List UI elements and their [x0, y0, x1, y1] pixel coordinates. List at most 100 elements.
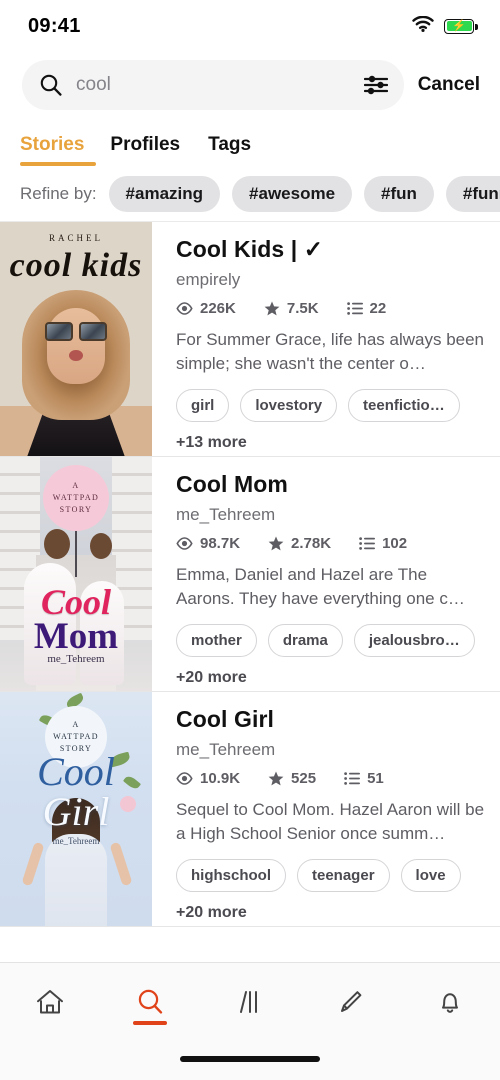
- stat-parts: 102: [359, 535, 407, 552]
- cover-author-text: me_Tehreem: [47, 653, 105, 665]
- nav-item-notifications[interactable]: [400, 963, 500, 1039]
- stat-votes-value: 525: [291, 770, 317, 787]
- refine-by-label: Refine by:: [20, 183, 97, 203]
- nav-item-library[interactable]: [200, 963, 300, 1039]
- story-cover-thumbnail[interactable]: RACHEL cool kids: [0, 222, 152, 456]
- badge-line-2: WATTPAD: [53, 732, 99, 741]
- stat-votes: 525: [268, 770, 316, 787]
- wattpad-story-badge: A WATTPAD STORY: [43, 465, 109, 531]
- stat-reads-value: 226K: [200, 300, 236, 317]
- nav-item-home[interactable]: [0, 963, 100, 1039]
- story-description: For Summer Grace, life has always been s…: [176, 330, 485, 374]
- search-tabs: Stories Profiles Tags: [0, 118, 500, 166]
- stat-parts-value: 102: [382, 535, 408, 552]
- story-result-row[interactable]: A WATTPAD STORY Cool Mom me_Tehreem Cool…: [0, 457, 500, 692]
- story-description: Sequel to Cool Mom. Hazel Aaron will be …: [176, 800, 485, 844]
- refine-chip-funny[interactable]: #funny: [445, 175, 500, 212]
- bell-notification-icon: [435, 988, 465, 1021]
- cover-word-2: Mom: [33, 616, 119, 657]
- stat-reads: 98.7K: [176, 535, 240, 552]
- bottom-navigation: [0, 962, 500, 1080]
- story-tag[interactable]: teenager: [297, 859, 390, 893]
- story-title[interactable]: Cool Mom: [176, 471, 486, 498]
- stat-parts: 51: [344, 770, 384, 787]
- story-tag[interactable]: highschool: [176, 859, 286, 893]
- star-icon: [268, 536, 284, 551]
- story-stats: 98.7K 2.78K 102: [176, 535, 486, 552]
- stat-votes-value: 2.78K: [291, 535, 332, 552]
- story-tags: mother drama jealousbro…: [176, 624, 486, 658]
- refine-chip-awesome[interactable]: #awesome: [232, 175, 353, 212]
- list-icon: [344, 772, 361, 785]
- story-cover-thumbnail[interactable]: A WATTPAD STORY Cool Mom me_Tehreem: [0, 457, 152, 691]
- nav-item-search[interactable]: [100, 963, 200, 1039]
- stat-votes: 2.78K: [268, 535, 331, 552]
- badge-line-1: A: [72, 481, 80, 490]
- sliders-filter-icon[interactable]: [363, 75, 388, 95]
- story-tag[interactable]: girl: [176, 389, 230, 423]
- story-tags-more[interactable]: +20 more: [176, 904, 486, 922]
- list-icon: [346, 302, 363, 315]
- search-results-list[interactable]: RACHEL cool kids Cool Kids | ✓ empirely: [0, 222, 500, 962]
- eye-icon: [176, 302, 193, 315]
- stat-parts-value: 51: [367, 770, 384, 787]
- stat-parts: 22: [346, 300, 387, 317]
- story-cover-thumbnail[interactable]: A WATTPAD STORY Cool Girl me_Tehreem: [0, 692, 152, 926]
- stat-parts-value: 22: [369, 300, 387, 317]
- story-result-row[interactable]: A WATTPAD STORY Cool Girl me_Tehreem Coo…: [0, 692, 500, 927]
- badge-line-3: STORY: [59, 505, 93, 514]
- nav-item-write[interactable]: [300, 963, 400, 1039]
- search-icon: [135, 988, 165, 1021]
- stat-votes-value: 7.5K: [286, 300, 319, 317]
- story-tags-more[interactable]: +13 more: [176, 434, 486, 452]
- stat-reads-value: 10.9K: [200, 770, 241, 787]
- cover-art-face: [47, 308, 105, 384]
- story-author[interactable]: me_Tehreem: [176, 505, 486, 525]
- cover-art-body: [45, 834, 107, 926]
- eye-icon: [176, 537, 193, 550]
- story-tags: girl lovestory teenfictio…: [176, 389, 486, 423]
- story-tags: highschool teenager love: [176, 859, 486, 893]
- cover-top-label: RACHEL: [49, 233, 103, 243]
- refine-chip-amazing[interactable]: #amazing: [108, 175, 221, 212]
- story-tag[interactable]: mother: [176, 624, 257, 658]
- battery-charging-icon: ⚡: [444, 18, 478, 34]
- story-info: Cool Girl me_Tehreem 10.9K 525 51 Sequel…: [152, 692, 500, 926]
- story-title[interactable]: Cool Girl: [176, 706, 486, 733]
- list-icon: [359, 537, 376, 550]
- story-tags-more[interactable]: +20 more: [176, 669, 486, 687]
- story-title[interactable]: Cool Kids | ✓: [176, 236, 486, 263]
- search-input-value: cool: [76, 74, 111, 95]
- tab-stories[interactable]: Stories: [20, 134, 110, 166]
- story-description: Emma, Daniel and Hazel are The Aarons. T…: [176, 565, 465, 609]
- tab-tags[interactable]: Tags: [208, 134, 279, 166]
- search-icon: [40, 74, 62, 96]
- refine-by-row[interactable]: Refine by: #amazing #awesome #fun #funny…: [0, 166, 500, 222]
- story-tag[interactable]: teenfictio…: [348, 389, 460, 423]
- story-result-row[interactable]: RACHEL cool kids Cool Kids | ✓ empirely: [0, 222, 500, 457]
- refine-chip-fun[interactable]: #fun: [364, 175, 434, 212]
- status-time: 09:41: [28, 14, 81, 37]
- pencil-write-icon: [335, 988, 365, 1021]
- home-icon: [35, 988, 65, 1021]
- cover-art-sunglasses: [45, 322, 107, 341]
- story-stats: 226K 7.5K 22: [176, 300, 486, 317]
- story-tag[interactable]: love: [400, 859, 461, 893]
- stat-reads: 226K: [176, 300, 236, 317]
- story-tag[interactable]: drama: [267, 624, 343, 658]
- search-input[interactable]: cool: [22, 60, 404, 110]
- stat-votes: 7.5K: [264, 300, 319, 317]
- search-bar-row: cool Cancel: [0, 52, 500, 118]
- story-info: Cool Mom me_Tehreem 98.7K 2.78K 102 Emma…: [152, 457, 500, 691]
- story-author[interactable]: empirely: [176, 270, 486, 290]
- home-indicator-bar: [180, 1056, 320, 1062]
- story-tag[interactable]: lovestory: [240, 389, 338, 423]
- tab-profiles[interactable]: Profiles: [110, 134, 208, 166]
- star-icon: [268, 771, 284, 786]
- story-stats: 10.9K 525 51: [176, 770, 486, 787]
- story-author[interactable]: me_Tehreem: [176, 740, 486, 760]
- status-indicators: ⚡: [412, 15, 478, 37]
- nav-active-indicator: [133, 1021, 167, 1025]
- cancel-button[interactable]: Cancel: [418, 74, 480, 96]
- story-tag[interactable]: jealousbro…: [353, 624, 475, 658]
